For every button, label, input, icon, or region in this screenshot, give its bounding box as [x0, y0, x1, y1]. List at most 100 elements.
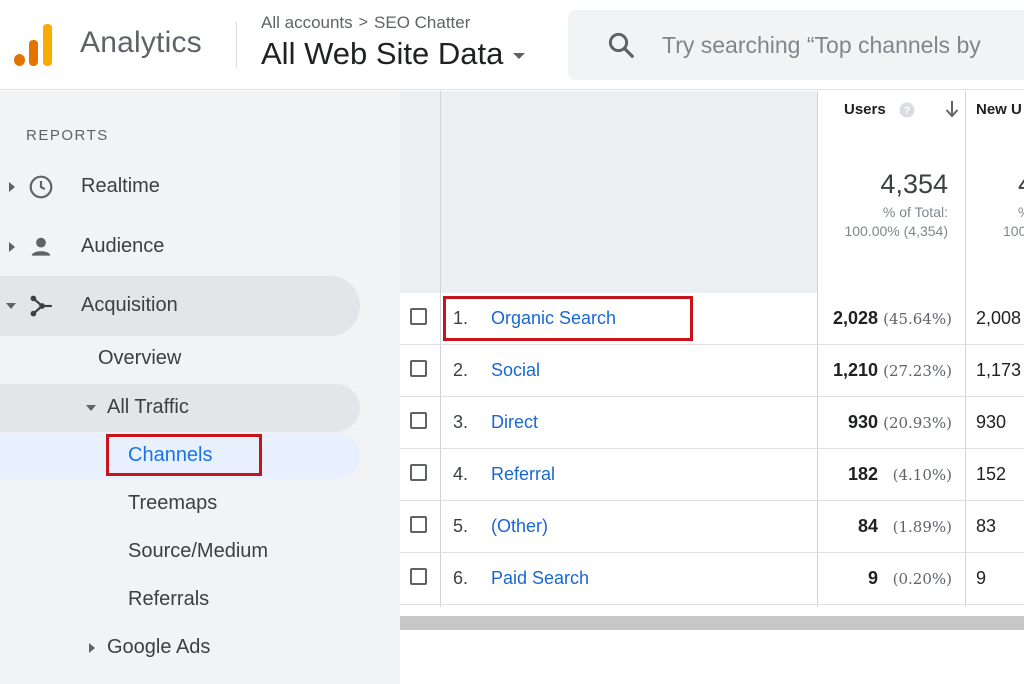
sidebar-item-realtime[interactable]: Realtime	[0, 166, 360, 208]
percent-of-total-value: 100.0	[1003, 223, 1024, 239]
row-number: 5.	[453, 516, 469, 536]
users-percent: (1.89%)	[892, 518, 952, 536]
channel-link[interactable]: Social	[491, 360, 540, 381]
person-icon	[31, 237, 51, 256]
percent-of-total-value: 100.00% (4,354)	[844, 223, 948, 239]
top-header: Analytics All accounts > SEO Chatter All…	[0, 0, 1024, 90]
search-icon[interactable]	[606, 30, 636, 60]
row-number: 4.	[453, 464, 469, 484]
new-users-value: 152	[976, 464, 1007, 484]
table-row: 5. (Other) 84 (1.89%) 83	[400, 501, 1024, 553]
row-number: 3.	[453, 412, 469, 432]
table-row: 6. Paid Search 9 (0.20%) 9	[400, 553, 1024, 605]
new-users-value: 1,173	[976, 360, 1022, 380]
expand-arrow-icon[interactable]	[9, 242, 15, 252]
users-total: 4,354	[880, 169, 948, 199]
reports-sidebar: REPORTS Realtime Audience Acquisition Ov…	[0, 91, 400, 684]
channels-table: Users ? New U 4,354 % of Total: 100.00% …	[400, 91, 1024, 684]
new-users-column-header[interactable]: New U	[976, 101, 1022, 118]
row-checkbox[interactable]	[410, 464, 427, 481]
new-users-column-header-cell	[966, 91, 1024, 293]
sort-descending-icon[interactable]	[945, 100, 959, 118]
users-value: 182	[847, 464, 878, 484]
users-percent: (45.64%)	[883, 310, 952, 328]
channel-link[interactable]: (Other)	[491, 516, 548, 537]
percent-of-total-label: % of Total:	[882, 204, 948, 220]
sidebar-item-source-medium[interactable]: Source/Medium	[0, 534, 360, 570]
svg-text:?: ?	[904, 105, 911, 117]
table-row: 3. Direct 930 (20.93%) 930	[400, 397, 1024, 449]
row-number: 2.	[453, 360, 469, 380]
expand-arrow-icon[interactable]	[9, 182, 15, 192]
new-users-total: 4	[1018, 169, 1024, 200]
app-name: Analytics	[80, 26, 202, 59]
row-checkbox[interactable]	[410, 516, 427, 533]
users-value: 2,028	[832, 308, 878, 328]
table-row: 2. Social 1,210 (27.23%) 1,173	[400, 345, 1024, 397]
logo-bar-mid	[29, 40, 38, 66]
users-total-percent: % of Total: 100.00% (4,354)	[844, 203, 948, 241]
analytics-logo[interactable]	[14, 22, 54, 66]
header-divider	[236, 22, 237, 68]
users-value: 930	[847, 412, 878, 432]
clock-icon	[29, 175, 53, 199]
sidebar-item-acquisition[interactable]: Acquisition	[0, 276, 360, 336]
sidebar-item-label: All Traffic	[107, 396, 189, 418]
collapse-arrow-icon[interactable]	[86, 405, 96, 411]
sidebar-item-google-ads[interactable]: Google Ads	[0, 630, 360, 666]
channel-link[interactable]: Referral	[491, 464, 555, 485]
row-checkbox[interactable]	[410, 568, 427, 585]
view-name: All Web Site Data	[261, 36, 504, 71]
users-value: 1,210	[832, 360, 878, 380]
table-row: 4. Referral 182 (4.10%) 152	[400, 449, 1024, 501]
new-users-value: 9	[976, 568, 987, 588]
logo-bar-tall	[43, 24, 52, 66]
row-checkbox[interactable]	[410, 412, 427, 429]
users-value: 84	[857, 516, 878, 536]
sidebar-item-label: Acquisition	[81, 294, 178, 316]
sidebar-item-label: Realtime	[81, 175, 160, 197]
new-users-value: 83	[976, 516, 997, 536]
view-selector[interactable]: All Web Site Data	[261, 36, 526, 72]
horizontal-scrollbar[interactable]	[400, 616, 1024, 630]
sidebar-item-treemaps[interactable]: Treemaps	[0, 486, 360, 522]
sidebar-item-label: Source/Medium	[128, 540, 269, 562]
breadcrumb-separator: >	[358, 14, 369, 31]
new-users-total-percent: % 100.0	[1003, 203, 1024, 241]
channel-link[interactable]: Direct	[491, 412, 538, 433]
sidebar-item-referrals[interactable]: Referrals	[0, 582, 360, 618]
search-bar[interactable]	[568, 10, 1024, 80]
sidebar-item-label: Google Ads	[107, 636, 211, 658]
row-checkbox[interactable]	[410, 360, 427, 377]
percent-of-total-label: %	[1003, 203, 1024, 222]
sidebar-item-label: Referrals	[128, 588, 210, 610]
logo-dot	[14, 54, 25, 66]
channel-link[interactable]: Paid Search	[491, 568, 589, 589]
users-percent: (20.93%)	[883, 414, 952, 432]
sidebar-item-audience[interactable]: Audience	[0, 226, 360, 268]
collapse-arrow-icon[interactable]	[6, 303, 16, 309]
users-value: 9	[867, 568, 878, 588]
breadcrumb-account[interactable]: All accounts	[261, 13, 353, 33]
dropdown-caret-icon	[513, 53, 526, 59]
help-icon[interactable]: ?	[899, 102, 915, 118]
users-column-header[interactable]: Users	[844, 101, 886, 118]
sidebar-item-label: Audience	[81, 235, 165, 257]
breadcrumb-property[interactable]: SEO Chatter	[374, 13, 470, 33]
new-users-value: 930	[976, 412, 1007, 432]
row-checkbox[interactable]	[410, 308, 427, 325]
row-number: 6.	[453, 568, 469, 588]
sidebar-item-overview[interactable]: Overview	[0, 341, 360, 377]
acquisition-icon	[30, 295, 52, 317]
expand-arrow-icon[interactable]	[89, 643, 95, 653]
breadcrumb: All accounts > SEO Chatter	[261, 13, 470, 33]
users-percent: (4.10%)	[892, 466, 952, 484]
highlight-box-organic-search	[443, 296, 693, 341]
users-percent: (0.20%)	[892, 570, 952, 588]
sidebar-item-label: Treemaps	[128, 492, 218, 514]
sidebar-item-all-traffic[interactable]: All Traffic	[0, 384, 360, 432]
users-percent: (27.23%)	[883, 362, 952, 380]
highlight-box-channels	[106, 434, 262, 476]
new-users-value: 2,008	[976, 308, 1022, 328]
search-input[interactable]	[662, 31, 1024, 59]
